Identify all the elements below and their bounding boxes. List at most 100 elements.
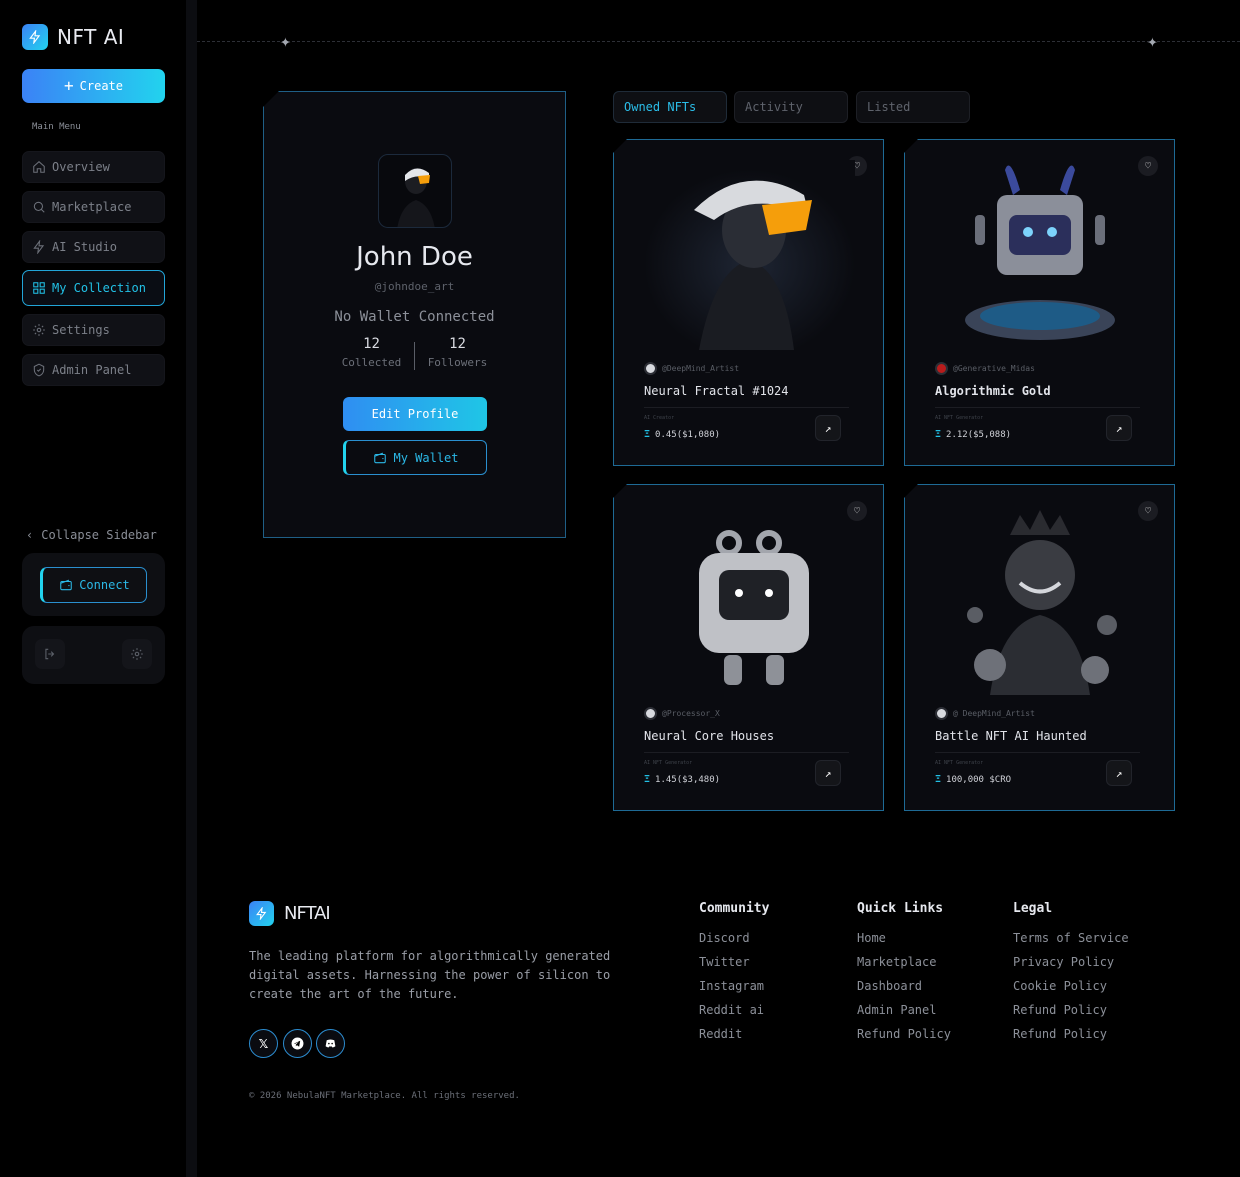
arrow-up-right-icon: ↗ bbox=[1115, 766, 1123, 780]
footer-link[interactable]: Reddit bbox=[699, 1027, 742, 1041]
sidebar-item-marketplace[interactable]: Marketplace bbox=[22, 191, 165, 223]
open-nft-button[interactable]: ↗ bbox=[1106, 760, 1132, 786]
x-social-button[interactable]: 𝕏 bbox=[249, 1029, 278, 1058]
creator-row: @ DeepMind_Artist bbox=[935, 707, 1035, 720]
search-icon bbox=[33, 201, 45, 213]
profile-name: John Doe bbox=[356, 242, 473, 272]
nft-subtitle: AI Creator bbox=[644, 415, 675, 421]
nft-subtitle: AI NFT Generator bbox=[935, 415, 984, 421]
sidebar-item-label: Marketplace bbox=[52, 200, 132, 214]
create-button[interactable]: + Create bbox=[22, 69, 165, 103]
followers-label: Followers bbox=[427, 356, 488, 369]
footer-link[interactable]: Marketplace bbox=[857, 955, 936, 969]
app-logo[interactable]: NFT AI bbox=[22, 24, 124, 50]
nft-subtitle: AI NFT Generator bbox=[935, 760, 984, 766]
footer-legal-heading: Legal bbox=[1013, 901, 1053, 916]
sidebar-item-overview[interactable]: Overview bbox=[22, 151, 165, 183]
connect-panel: Connect bbox=[22, 553, 165, 616]
creator-avatar bbox=[935, 362, 948, 375]
avatar bbox=[378, 154, 452, 228]
sidebar-item-my-collection[interactable]: My Collection bbox=[22, 270, 165, 306]
my-wallet-label: My Wallet bbox=[393, 450, 459, 465]
nft-card[interactable]: ♡ @DeepMind_Artist Neural Fractal #1024 … bbox=[613, 139, 884, 466]
nft-title: Neural Core Houses bbox=[644, 729, 775, 743]
price-value: 2.12($5,088) bbox=[946, 429, 1012, 440]
creator-name: @ DeepMind_Artist bbox=[953, 709, 1035, 718]
creator-name: @Processor_X bbox=[662, 709, 720, 718]
nft-price: Ξ 1.45($3,480) bbox=[644, 774, 720, 785]
logout-button[interactable] bbox=[35, 639, 65, 669]
sidebar-item-label: Overview bbox=[52, 160, 110, 174]
discord-icon bbox=[325, 1039, 336, 1048]
chevron-left-icon: ‹ bbox=[26, 528, 34, 542]
my-wallet-button[interactable]: My Wallet bbox=[343, 440, 487, 475]
nft-subtitle: AI NFT Generator bbox=[644, 760, 693, 766]
discord-social-button[interactable] bbox=[316, 1029, 345, 1058]
create-label: Create bbox=[79, 79, 123, 93]
sidebar-divider bbox=[186, 0, 197, 1177]
nft-card[interactable]: ♡ @ DeepMind_Artist Battle NFT AI Haunte… bbox=[904, 484, 1175, 811]
sidebar-item-admin-panel[interactable]: Admin Panel bbox=[22, 354, 165, 386]
footer-link[interactable]: Cookie Policy bbox=[1013, 979, 1107, 993]
open-nft-button[interactable]: ↗ bbox=[815, 760, 841, 786]
open-nft-button[interactable]: ↗ bbox=[1106, 415, 1132, 441]
footer-link[interactable]: Dashboard bbox=[857, 979, 922, 993]
followers-count: 12 bbox=[449, 336, 466, 352]
copyright: © 2026 NebulaNFT Marketplace. All rights… bbox=[249, 1091, 520, 1101]
footer-link[interactable]: Refund Policy bbox=[1013, 1003, 1107, 1017]
footer-link[interactable]: Home bbox=[857, 931, 886, 945]
arrow-up-right-icon: ↗ bbox=[824, 766, 832, 780]
creator-name: @Generative_Midas bbox=[953, 364, 1035, 373]
nft-price: Ξ 0.45($1,080) bbox=[644, 429, 720, 440]
card-divider bbox=[644, 407, 849, 408]
footer-logo-text: NFTAI bbox=[284, 903, 331, 924]
card-divider bbox=[935, 752, 1140, 753]
nft-title: Algorithmic Gold bbox=[935, 384, 1051, 398]
footer-link[interactable]: Instagram bbox=[699, 979, 764, 993]
footer-link[interactable]: Terms of Service bbox=[1013, 931, 1129, 945]
nft-artwork bbox=[644, 160, 855, 350]
wallet-icon bbox=[60, 579, 72, 591]
sidebar-item-ai-studio[interactable]: AI Studio bbox=[22, 231, 165, 263]
shield-icon bbox=[33, 363, 45, 377]
x-icon: 𝕏 bbox=[258, 1036, 269, 1051]
card-divider bbox=[644, 752, 849, 753]
sidebar-item-settings[interactable]: Settings bbox=[22, 314, 165, 346]
grid-icon bbox=[33, 282, 45, 294]
edit-profile-button[interactable]: Edit Profile bbox=[343, 397, 487, 431]
collected-label: Collected bbox=[341, 356, 402, 369]
telegram-icon bbox=[291, 1037, 304, 1050]
footer-link[interactable]: Discord bbox=[699, 931, 750, 945]
arrow-up-right-icon: ↗ bbox=[824, 421, 832, 435]
footer-logo[interactable]: NFTAI bbox=[249, 901, 331, 926]
collapse-sidebar-button[interactable]: ‹ Collapse Sidebar bbox=[26, 528, 157, 542]
settings-button[interactable] bbox=[122, 639, 152, 669]
creator-row: @Generative_Midas bbox=[935, 362, 1035, 375]
nft-price: Ξ 100,000 $CRO bbox=[935, 774, 1011, 785]
profile-handle: @johndoe_art bbox=[374, 280, 455, 293]
sidebar-item-label: AI Studio bbox=[52, 240, 118, 254]
sidebar-item-label: Admin Panel bbox=[52, 363, 132, 377]
profile-card: John Doe @johndoe_art No Wallet Connecte… bbox=[263, 91, 566, 538]
tab-listed[interactable]: Listed bbox=[856, 91, 970, 123]
footer-link[interactable]: Refund Policy bbox=[1013, 1027, 1107, 1041]
footer-link[interactable]: Admin Panel bbox=[857, 1003, 936, 1017]
main-menu-label: Main Menu bbox=[32, 122, 81, 132]
footer-link[interactable]: Reddit ai bbox=[699, 1003, 764, 1017]
open-nft-button[interactable]: ↗ bbox=[815, 415, 841, 441]
nft-card[interactable]: ♡ @Generative_Midas Algorithmic Gold AI … bbox=[904, 139, 1175, 466]
nft-card[interactable]: ♡ @Processor_X Neural Core Houses AI NFT… bbox=[613, 484, 884, 811]
tab-owned-nfts[interactable]: Owned NFTs bbox=[613, 91, 727, 123]
eth-icon: Ξ bbox=[935, 774, 942, 785]
tab-activity[interactable]: Activity bbox=[734, 91, 848, 123]
creator-row: @Processor_X bbox=[644, 707, 720, 720]
price-value: 0.45($1,080) bbox=[655, 429, 721, 440]
nft-title: Battle NFT AI Haunted bbox=[935, 729, 1087, 743]
telegram-social-button[interactable] bbox=[283, 1029, 312, 1058]
footer-quick-links-heading: Quick Links bbox=[857, 901, 944, 916]
connect-button[interactable]: Connect bbox=[40, 567, 147, 603]
footer-link[interactable]: Twitter bbox=[699, 955, 750, 969]
footer-link[interactable]: Refund Policy bbox=[857, 1027, 951, 1041]
nft-artwork bbox=[967, 510, 1117, 695]
footer-link[interactable]: Privacy Policy bbox=[1013, 955, 1114, 969]
